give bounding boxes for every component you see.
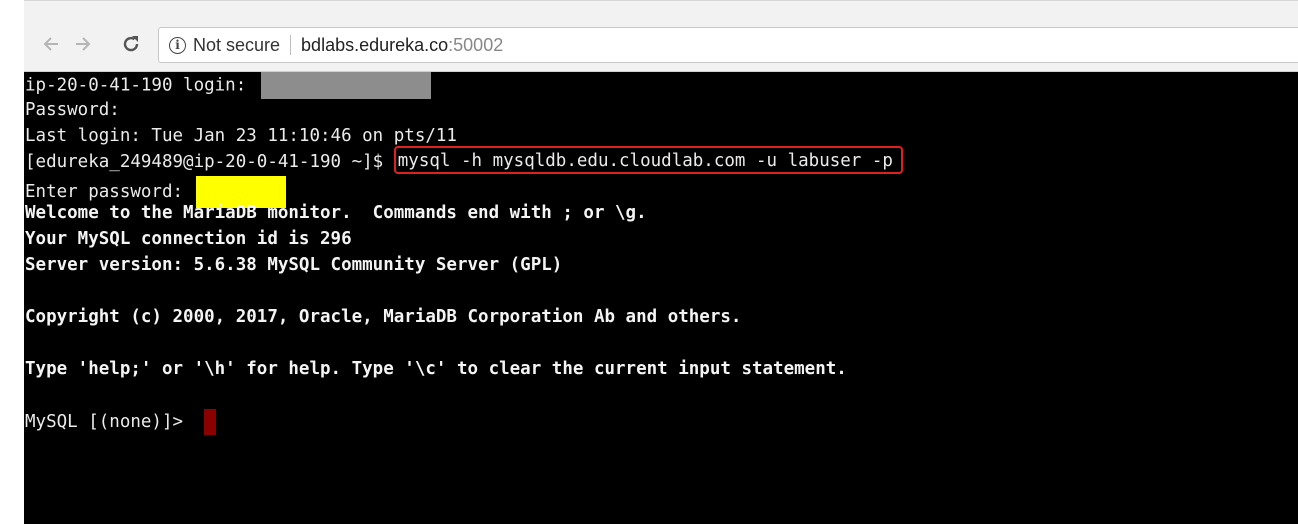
- terminal-line: [edureka_249489@ip-20-0-41-190 ~]$ mysql…: [25, 145, 1298, 176]
- terminal-line: Server version: 5.6.38 MySQL Community S…: [25, 253, 1298, 279]
- shell-prompt: [edureka_249489@ip-20-0-41-190 ~]$: [25, 151, 394, 172]
- browser-window: i Not secure bdlabs.edureka.co:50002 ip-…: [0, 0, 1298, 524]
- mysql-prompt: MySQL [(none)]>: [25, 411, 194, 432]
- reload-icon: [123, 36, 139, 52]
- back-button[interactable]: [38, 31, 64, 57]
- terminal-line[interactable]: MySQL [(none)]>: [25, 408, 1298, 435]
- copyright-text: Copyright (c) 2000, 2017, Oracle, MariaD…: [25, 307, 742, 328]
- last-login-text: Last login: Tue Jan 23 11:10:46 on pts/1…: [25, 125, 457, 146]
- terminal-line: Type 'help;' or '\h' for help. Type '\c'…: [25, 357, 1298, 383]
- security-status[interactable]: Not secure: [193, 35, 280, 56]
- mysql-command: mysql -h mysqldb.edu.cloudlab.com -u lab…: [397, 150, 893, 171]
- url-host[interactable]: bdlabs.edureka.co: [301, 35, 448, 56]
- enter-password-prompt: Enter password:: [25, 181, 194, 202]
- welcome-text: Welcome to the MariaDB monitor. Commands…: [25, 203, 647, 224]
- reload-button[interactable]: [118, 31, 144, 57]
- login-prompt: ip-20-0-41-190 login:: [25, 75, 257, 96]
- terminal-cursor: [203, 408, 216, 435]
- terminal-line: Your MySQL connection id is 296: [25, 227, 1298, 253]
- forward-button[interactable]: [70, 31, 96, 57]
- address-separator: [290, 35, 292, 55]
- terminal-line: ip-20-0-41-190 login:: [25, 72, 1298, 99]
- browser-toolbar: i Not secure bdlabs.edureka.co:50002: [24, 0, 1298, 72]
- server-version-text: Server version: 5.6.38 MySQL Community S…: [25, 255, 563, 276]
- highlighted-command: mysql -h mysqldb.edu.cloudlab.com -u lab…: [393, 145, 903, 174]
- url-port[interactable]: :50002: [448, 35, 503, 56]
- terminal-line: Welcome to the MariaDB monitor. Commands…: [25, 201, 1298, 227]
- arrow-right-icon: [76, 37, 91, 51]
- connection-id-text: Your MySQL connection id is 296: [25, 229, 352, 250]
- address-bar[interactable]: i Not secure bdlabs.edureka.co:50002: [158, 27, 1298, 63]
- arrow-left-icon: [43, 37, 58, 51]
- info-circle-icon[interactable]: i: [169, 36, 186, 54]
- password-prompt: Password:: [25, 99, 120, 120]
- terminal-line: Password:: [25, 98, 1298, 124]
- redacted-username: [260, 72, 431, 99]
- terminal-console[interactable]: ip-20-0-41-190 login: Password: Last log…: [24, 72, 1298, 524]
- help-text: Type 'help;' or '\h' for help. Type '\c'…: [25, 358, 847, 379]
- terminal-line: Copyright (c) 2000, 2017, Oracle, MariaD…: [25, 305, 1298, 331]
- terminal-line: Enter password:: [25, 175, 1298, 208]
